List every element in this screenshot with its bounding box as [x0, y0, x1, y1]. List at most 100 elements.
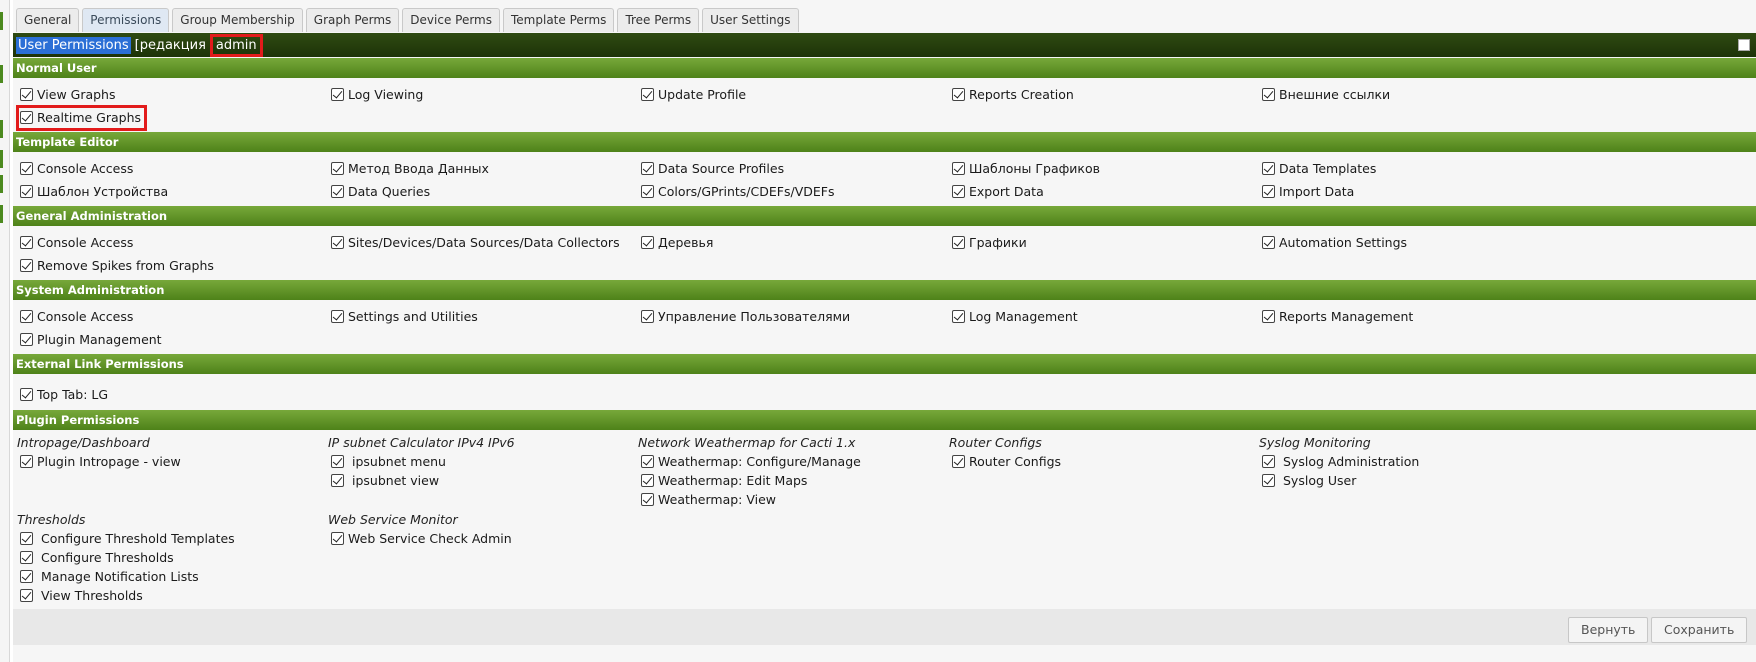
checkbox-checked-icon	[1262, 161, 1275, 175]
plugin-group-title: Network Weathermap for Cacti 1.x	[638, 435, 856, 450]
perm-checkbox-weathermap-view[interactable]: Weathermap: View	[641, 490, 776, 508]
checkbox-checked-icon	[20, 258, 33, 272]
checkbox-checked-icon	[1262, 309, 1275, 323]
perm-checkbox-log-management[interactable]: Log Management	[952, 307, 1078, 325]
edge-marker	[0, 120, 3, 138]
checkbox-checked-icon	[1262, 235, 1275, 249]
tab-permissions[interactable]: Permissions	[82, 8, 170, 32]
perm-checkbox-router-configs[interactable]: Router Configs	[952, 452, 1061, 470]
perm-checkbox-weathermap-edit[interactable]: Weathermap: Edit Maps	[641, 471, 807, 489]
revert-button[interactable]: Вернуть	[1568, 617, 1649, 643]
perm-checkbox-colors-gprints[interactable]: Colors/GPrints/CDEFs/VDEFs	[641, 182, 834, 200]
perm-checkbox-ipsubnet-menu[interactable]: ipsubnet menu	[331, 452, 446, 470]
perm-checkbox-intropage-view[interactable]: Plugin Intropage - view	[20, 452, 181, 470]
save-button[interactable]: Сохранить	[1651, 617, 1748, 643]
select-all-checkbox[interactable]	[1738, 39, 1750, 51]
perm-checkbox-reports-management[interactable]: Reports Management	[1262, 307, 1413, 325]
section-template-editor: Template Editor	[13, 132, 1756, 152]
perm-checkbox-weathermap-configure[interactable]: Weathermap: Configure/Manage	[641, 452, 861, 470]
perm-checkbox-import-data[interactable]: Import Data	[1262, 182, 1354, 200]
checkbox-checked-icon	[20, 588, 33, 602]
checkbox-checked-icon	[20, 332, 33, 346]
checkbox-checked-icon	[20, 550, 33, 564]
perm-checkbox-update-profile[interactable]: Update Profile	[641, 85, 746, 103]
checkbox-checked-icon	[331, 161, 344, 175]
page-title: User Permissions	[16, 36, 131, 54]
tab-graph-perms[interactable]: Graph Perms	[305, 8, 400, 32]
perm-checkbox-configure-thresholds[interactable]: Configure Thresholds	[20, 548, 174, 566]
section-normal-user: Normal User	[13, 58, 1756, 78]
plugin-group-title: Intropage/Dashboard	[17, 435, 150, 450]
tab-bar: General Permissions Group Membership Gra…	[16, 8, 799, 32]
perm-checkbox-graphs[interactable]: Графики	[952, 233, 1027, 251]
perm-checkbox-data-queries[interactable]: Data Queries	[331, 182, 430, 200]
checkbox-checked-icon	[20, 531, 33, 545]
tab-group-membership[interactable]: Group Membership	[172, 8, 303, 32]
checkbox-checked-icon	[331, 184, 344, 198]
edge-marker	[0, 175, 3, 193]
checkbox-checked-icon	[331, 454, 344, 468]
perm-checkbox-syslog-user[interactable]: Syslog User	[1262, 471, 1356, 489]
perm-checkbox-te-console-access[interactable]: Console Access	[20, 159, 133, 177]
perm-checkbox-sa-console-access[interactable]: Console Access	[20, 307, 133, 325]
checkbox-checked-icon	[1262, 473, 1275, 487]
perm-checkbox-data-templates[interactable]: Data Templates	[1262, 159, 1376, 177]
perm-checkbox-user-management[interactable]: Управление Пользователями	[641, 307, 850, 325]
tab-tree-perms[interactable]: Tree Perms	[617, 8, 700, 32]
checkbox-checked-icon	[641, 473, 654, 487]
perm-checkbox-trees[interactable]: Деревья	[641, 233, 713, 251]
tab-template-perms[interactable]: Template Perms	[503, 8, 615, 32]
tab-device-perms[interactable]: Device Perms	[402, 8, 500, 32]
checkbox-checked-icon	[641, 492, 654, 506]
checkbox-checked-icon	[331, 473, 344, 487]
perm-checkbox-automation-settings[interactable]: Automation Settings	[1262, 233, 1407, 251]
perm-checkbox-plugin-management[interactable]: Plugin Management	[20, 330, 162, 348]
checkbox-checked-icon	[1262, 184, 1275, 198]
checkbox-checked-icon	[952, 454, 965, 468]
perm-checkbox-syslog-admin[interactable]: Syslog Administration	[1262, 452, 1419, 470]
perm-checkbox-export-data[interactable]: Export Data	[952, 182, 1044, 200]
perm-checkbox-ga-console-access[interactable]: Console Access	[20, 233, 133, 251]
perm-checkbox-top-tab-lg[interactable]: Top Tab: LG	[20, 385, 108, 403]
perm-checkbox-remove-spikes[interactable]: Remove Spikes from Graphs	[20, 256, 214, 274]
perm-checkbox-data-source-profiles[interactable]: Data Source Profiles	[641, 159, 784, 177]
tab-user-settings[interactable]: User Settings	[702, 8, 799, 32]
plugin-group-title: Router Configs	[949, 435, 1042, 450]
checkbox-checked-icon	[952, 161, 965, 175]
left-edge-strip	[0, 0, 10, 662]
checkbox-checked-icon	[331, 87, 344, 101]
perm-checkbox-settings-utilities[interactable]: Settings and Utilities	[331, 307, 478, 325]
checkbox-checked-icon	[952, 309, 965, 323]
perm-checkbox-threshold-templates[interactable]: Configure Threshold Templates	[20, 529, 235, 547]
perm-checkbox-view-thresholds[interactable]: View Thresholds	[20, 586, 143, 604]
checkbox-checked-icon	[1262, 454, 1275, 468]
page-title-bar: User Permissions [редакция admin	[13, 33, 1756, 57]
perm-checkbox-view-graphs[interactable]: View Graphs	[20, 85, 116, 103]
edge-marker	[0, 205, 3, 223]
checkbox-checked-icon	[331, 531, 344, 545]
perm-checkbox-ipsubnet-view[interactable]: ipsubnet view	[331, 471, 439, 489]
section-general-administration: General Administration	[13, 206, 1756, 226]
perm-checkbox-device-templates[interactable]: Шаблон Устройства	[20, 182, 168, 200]
form-footer	[13, 609, 1756, 645]
checkbox-checked-icon	[20, 235, 33, 249]
perm-checkbox-notification-lists[interactable]: Manage Notification Lists	[20, 567, 199, 585]
checkbox-checked-icon	[641, 454, 654, 468]
plugin-group-title: Thresholds	[17, 512, 86, 527]
perm-checkbox-graph-templates[interactable]: Шаблоны Графиков	[952, 159, 1100, 177]
perm-checkbox-external-links[interactable]: Внешние ссылки	[1262, 85, 1390, 103]
perm-checkbox-sites-devices[interactable]: Sites/Devices/Data Sources/Data Collecto…	[331, 233, 620, 251]
edge-marker	[0, 65, 3, 83]
perm-checkbox-data-input-methods[interactable]: Метод Ввода Данных	[331, 159, 489, 177]
perm-checkbox-reports-creation[interactable]: Reports Creation	[952, 85, 1074, 103]
section-external-link-permissions: External Link Permissions	[13, 354, 1756, 374]
perm-checkbox-web-service-check[interactable]: Web Service Check Admin	[331, 529, 512, 547]
realtime-graphs-highlight	[16, 105, 147, 131]
tab-general[interactable]: General	[16, 8, 80, 32]
plugin-group-title: Syslog Monitoring	[1259, 435, 1371, 450]
perm-checkbox-log-viewing[interactable]: Log Viewing	[331, 85, 423, 103]
checkbox-checked-icon	[1262, 87, 1275, 101]
username-label: admin	[209, 33, 263, 57]
plugin-group-title: IP subnet Calculator IPv4 IPv6	[328, 435, 515, 450]
checkbox-checked-icon	[20, 87, 33, 101]
